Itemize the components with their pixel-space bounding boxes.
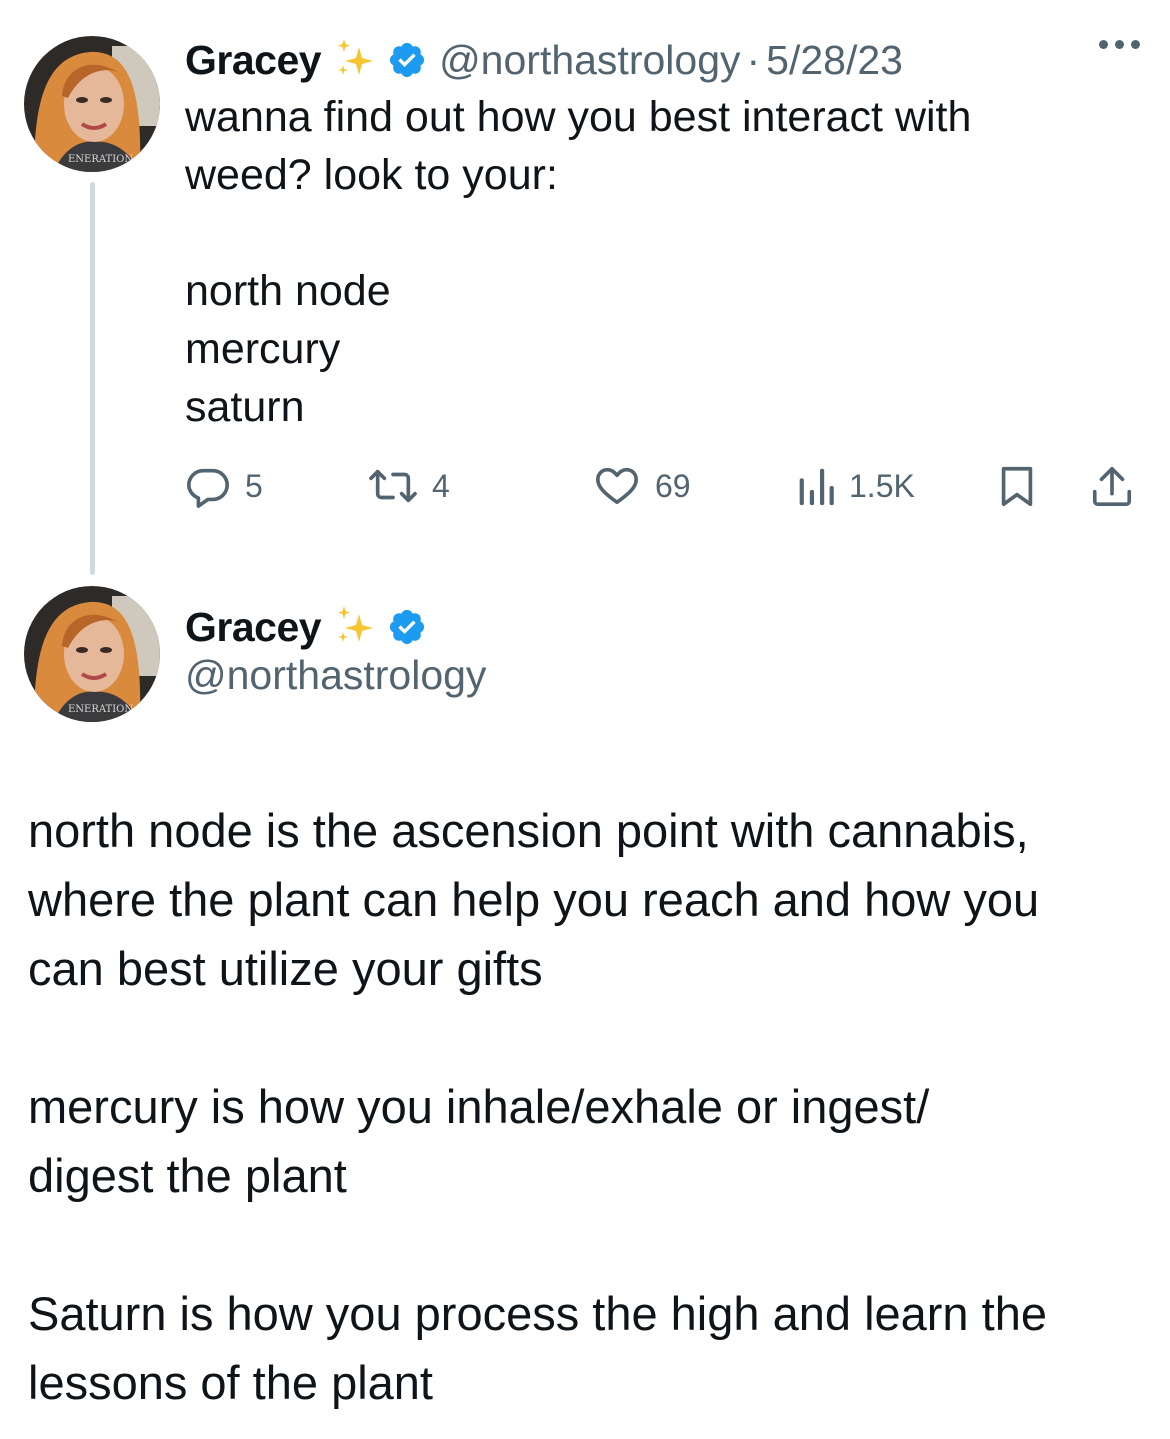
tweet-text-blank-line xyxy=(185,204,1085,262)
tweet-text-line: lessons of the plant xyxy=(28,1356,433,1409)
repost-icon xyxy=(369,469,417,503)
author-handle[interactable]: @northastrology xyxy=(439,37,740,84)
tweet-text-line: mercury xyxy=(185,325,341,373)
svg-text:ENERATION: ENERATION xyxy=(68,704,133,715)
svg-text:ENERATION: ENERATION xyxy=(68,154,133,165)
views-button[interactable]: 1.5K xyxy=(795,458,915,514)
more-horizontal-icon[interactable] xyxy=(1099,40,1140,49)
author-name[interactable]: Gracey xyxy=(185,604,322,651)
avatar-photo: ENERATION xyxy=(24,36,160,172)
sparkles-icon xyxy=(331,604,379,650)
share-icon xyxy=(1092,466,1132,507)
reply-button[interactable]: 5 xyxy=(185,458,263,514)
tweet-text-line: north node is the ascension point with c… xyxy=(28,804,1029,857)
like-button[interactable]: 69 xyxy=(593,458,691,514)
repost-button[interactable]: 4 xyxy=(368,458,450,514)
tweet-date[interactable]: 5/28/23 xyxy=(766,37,903,84)
tweet1-body: wanna find out how you best interact wit… xyxy=(185,88,1085,436)
tweet-action-bar: 5 4 69 1.5K xyxy=(185,458,1140,514)
author-handle[interactable]: @northastrology xyxy=(185,652,486,699)
separator-dot: · xyxy=(746,36,761,83)
tweet-text-line: where the plant can help you reach and h… xyxy=(28,873,1040,926)
tweet-text-line: weed? look to your: xyxy=(185,151,558,199)
tweet2-header: Gracey xyxy=(185,597,427,657)
heart-icon xyxy=(596,467,638,505)
tweet-text-line: digest the plant xyxy=(28,1149,347,1202)
verified-badge-icon[interactable] xyxy=(387,40,427,80)
tweet-text-line: can best utilize your gifts xyxy=(28,942,543,995)
tweet-text-line: saturn xyxy=(185,383,305,431)
author-avatar[interactable]: ENERATION xyxy=(24,36,160,172)
avatar-photo: ENERATION xyxy=(24,586,160,722)
thread-connector-line xyxy=(90,182,95,575)
tweet-text-blank-line xyxy=(28,1003,1148,1072)
author-avatar[interactable]: ENERATION xyxy=(24,586,160,722)
tweet-text-line: wanna find out how you best interact wit… xyxy=(185,93,972,141)
tweet2-body: north node is the ascension point with c… xyxy=(28,796,1148,1417)
tweet1-header: Gracey @northastrology · 5/28/23 xyxy=(185,30,903,90)
view-count: 1.5K xyxy=(849,467,915,504)
tweet-text-line: Saturn is how you process the high and l… xyxy=(28,1287,1047,1340)
reply-icon xyxy=(187,468,229,508)
bookmark-icon xyxy=(1001,466,1033,507)
tweet-text-line: north node xyxy=(185,267,391,315)
sparkles-icon xyxy=(331,37,379,83)
author-name[interactable]: Gracey xyxy=(185,37,322,84)
verified-badge-icon[interactable] xyxy=(387,607,427,647)
bookmark-button[interactable] xyxy=(997,458,1037,514)
repost-count: 4 xyxy=(432,467,450,504)
tweet-text-blank-line xyxy=(28,1210,1148,1279)
views-chart-icon xyxy=(799,468,834,506)
reply-count: 5 xyxy=(245,467,263,504)
like-count: 69 xyxy=(655,467,691,504)
share-button[interactable] xyxy=(1090,458,1134,514)
tweet-text-line: mercury is how you inhale/exhale or inge… xyxy=(28,1080,930,1133)
